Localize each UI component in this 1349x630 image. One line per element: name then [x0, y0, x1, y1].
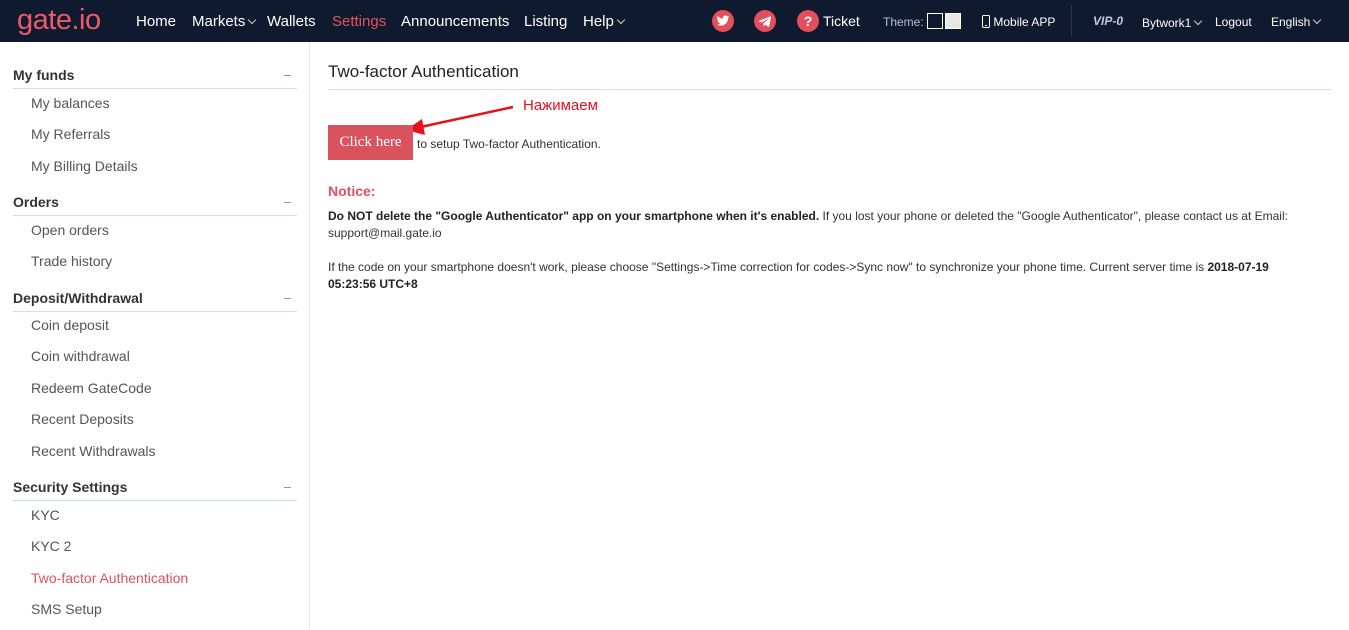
nav-home[interactable]: Home	[136, 13, 176, 30]
notice-paragraph-2: If the code on your smartphone doesn't w…	[328, 259, 1318, 293]
setup-2fa-button[interactable]: Click here	[328, 125, 413, 160]
sidebar-item-kyc-2[interactable]: KYC 2	[31, 538, 71, 554]
nav-markets[interactable]: Markets	[192, 13, 257, 30]
nav-markets-label: Markets	[192, 13, 246, 30]
chevron-down-icon	[1313, 15, 1322, 25]
collapse-icon[interactable]: –	[284, 290, 291, 305]
telegram-icon[interactable]	[754, 10, 776, 32]
nav-mobile-app-label: Mobile APP	[993, 15, 1056, 29]
nav-ticket-label: Ticket	[823, 13, 860, 29]
vip-badge: VIP-0	[1093, 14, 1124, 28]
annotation-label: Нажимаем	[523, 97, 598, 114]
section-title: My funds	[13, 67, 75, 83]
chevron-down-icon	[248, 15, 257, 25]
nav-announcements-label: Announcements	[401, 13, 510, 30]
nav-help-label: Help	[583, 13, 614, 30]
chevron-down-icon	[1194, 16, 1203, 26]
collapse-icon[interactable]: –	[284, 479, 291, 494]
nav-listing[interactable]: Listing	[524, 13, 567, 30]
language-select[interactable]: English	[1271, 14, 1322, 31]
settings-sidebar: My funds – My balances My Referrals My B…	[0, 42, 310, 630]
logout-link[interactable]: Logout	[1215, 14, 1252, 31]
language-label: English	[1271, 15, 1311, 29]
gate-logo[interactable]: gate.io	[17, 3, 101, 37]
collapse-icon[interactable]: –	[284, 194, 291, 209]
notice-heading: Notice:	[328, 183, 376, 199]
nav-mobile-app[interactable]: Mobile APP	[982, 14, 1055, 31]
notice-sync-text: If the code on your smartphone doesn't w…	[328, 260, 1208, 274]
nav-wallets[interactable]: Wallets	[267, 13, 316, 30]
section-title: Orders	[13, 194, 59, 210]
twitter-icon[interactable]	[712, 10, 734, 32]
notice-paragraph-1: Do NOT delete the "Google Authenticator"…	[328, 208, 1318, 242]
mobile-phone-icon	[982, 15, 990, 28]
section-title: Deposit/Withdrawal	[13, 290, 143, 306]
sidebar-item-trade-history[interactable]: Trade history	[31, 253, 112, 269]
sidebar-item-sms-setup[interactable]: SMS Setup	[31, 601, 102, 617]
sidebar-item-redeem-gatecode[interactable]: Redeem GateCode	[31, 380, 152, 396]
theme-label: Theme:	[883, 15, 924, 29]
section-my-funds[interactable]: My funds –	[13, 58, 297, 89]
sidebar-item-recent-deposits[interactable]: Recent Deposits	[31, 411, 134, 427]
section-deposit-withdrawal[interactable]: Deposit/Withdrawal –	[13, 281, 297, 312]
theme-light-swatch[interactable]	[945, 13, 961, 29]
sidebar-item-recent-withdrawals[interactable]: Recent Withdrawals	[31, 443, 156, 459]
sidebar-item-kyc[interactable]: KYC	[31, 507, 60, 523]
page-title: Two-factor Authentication	[328, 62, 519, 81]
sidebar-item-coin-deposit[interactable]: Coin deposit	[31, 317, 109, 333]
sidebar-item-my-referrals[interactable]: My Referrals	[31, 126, 110, 142]
user-menu[interactable]: Bytwork1	[1142, 15, 1203, 32]
sidebar-item-open-orders[interactable]: Open orders	[31, 222, 109, 238]
chevron-down-icon	[616, 15, 626, 25]
nav-announcements[interactable]: Announcements	[401, 13, 509, 30]
section-orders[interactable]: Orders –	[13, 185, 297, 216]
sidebar-item-my-billing-details[interactable]: My Billing Details	[31, 158, 138, 174]
notice-warning-bold: Do NOT delete the "Google Authenticator"…	[328, 209, 820, 223]
nav-help[interactable]: Help	[583, 13, 626, 30]
sidebar-item-my-balances[interactable]: My balances	[31, 95, 110, 111]
nav-ticket[interactable]: Ticket	[823, 13, 860, 30]
user-name: Bytwork1	[1142, 16, 1192, 30]
collapse-icon[interactable]: –	[284, 67, 291, 82]
nav-divider	[1071, 5, 1072, 37]
help-circle-icon[interactable]: ?	[797, 10, 819, 32]
section-security-settings[interactable]: Security Settings –	[13, 470, 297, 501]
annotation-arrow-icon	[406, 105, 514, 135]
nav-wallets-label: Wallets	[267, 13, 316, 30]
section-title: Security Settings	[13, 479, 128, 495]
nav-settings-label: Settings	[332, 13, 387, 30]
logout-label: Logout	[1215, 15, 1252, 29]
title-divider	[328, 89, 1331, 90]
sidebar-item-two-factor-authentication[interactable]: Two-factor Authentication	[31, 570, 188, 586]
nav-listing-label: Listing	[524, 13, 568, 30]
nav-settings[interactable]: Settings	[332, 13, 386, 30]
theme-dark-swatch[interactable]	[927, 13, 943, 29]
nav-home-label: Home	[136, 13, 177, 30]
top-navbar: gate.io Home Markets Wallets Settings An…	[0, 0, 1349, 42]
sidebar-item-coin-withdrawal[interactable]: Coin withdrawal	[31, 348, 130, 364]
setup-2fa-hint: to setup Two-factor Authentication.	[417, 137, 601, 151]
